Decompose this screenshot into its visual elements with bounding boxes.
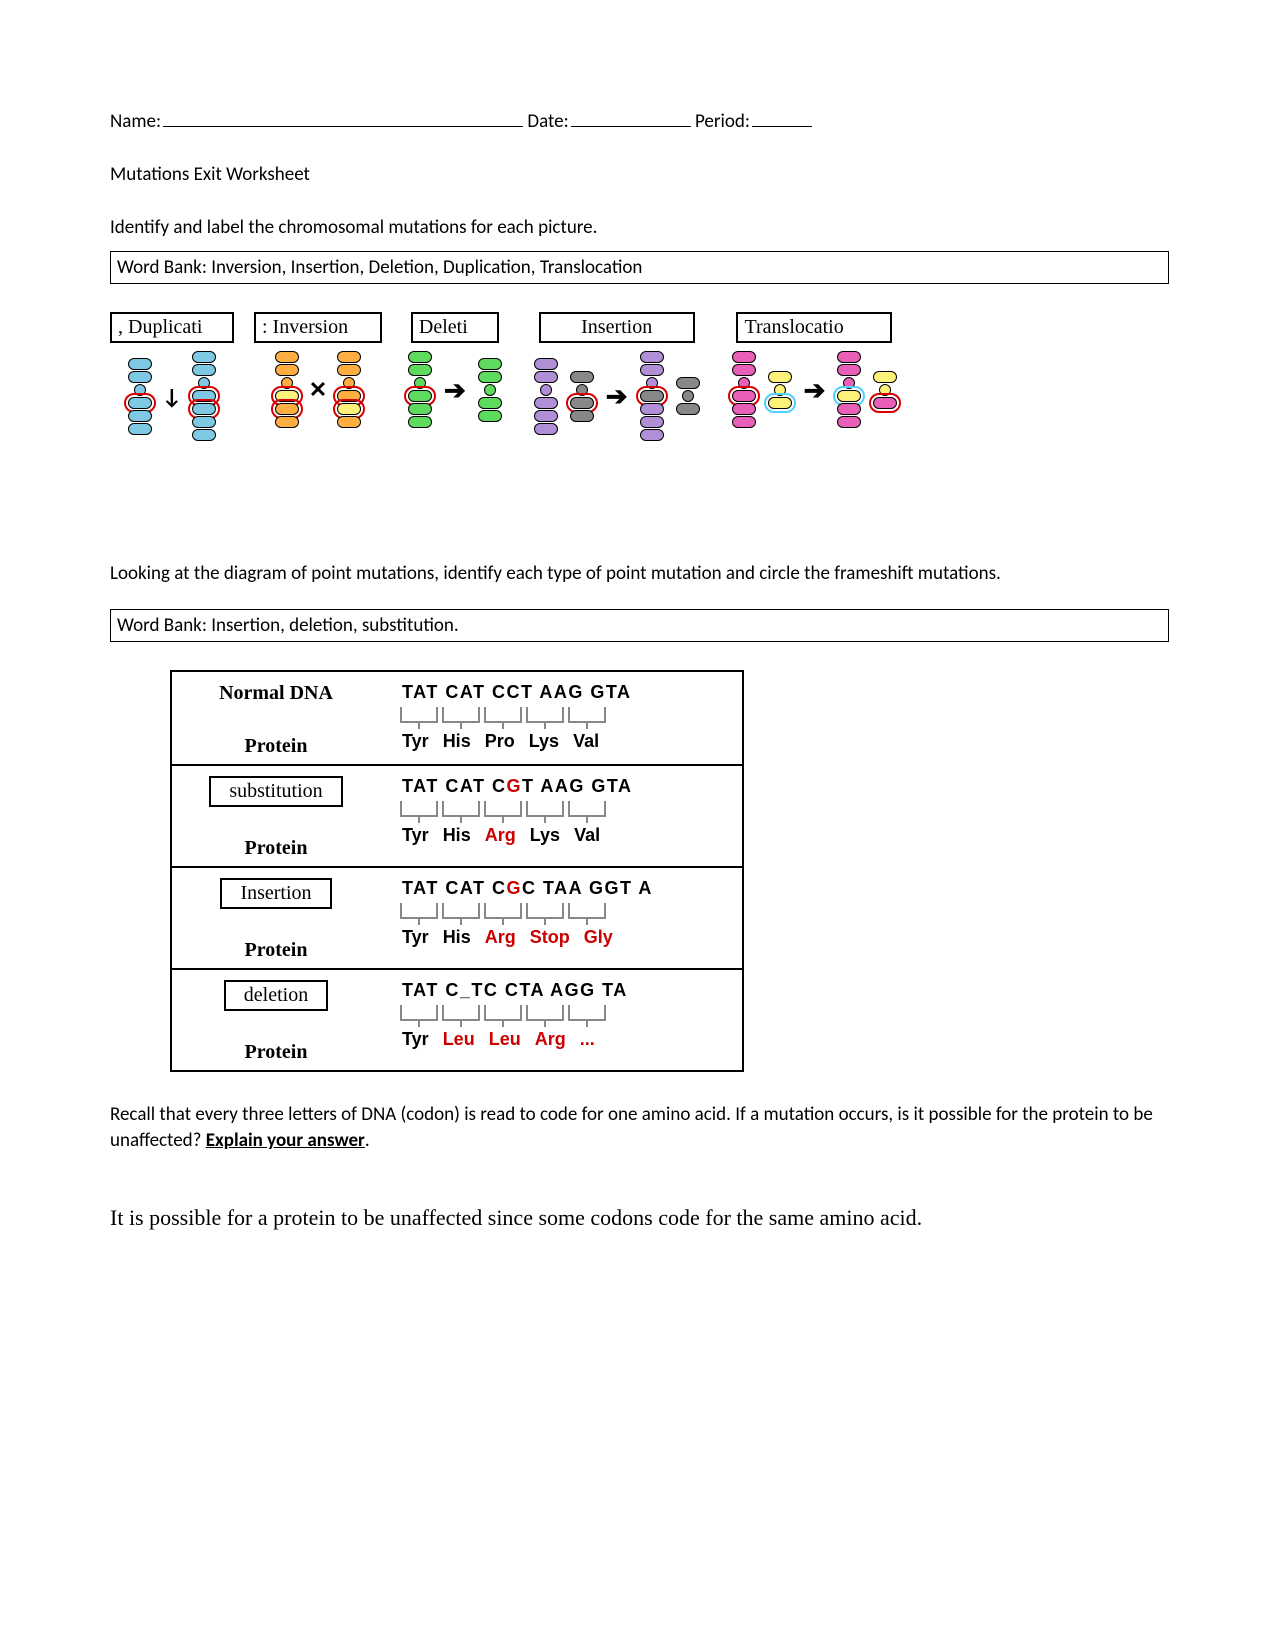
brackets-del [400,1005,738,1021]
answer-duplication: , Duplicati [110,312,234,343]
chrom-ins-after-b [676,377,700,415]
chrom-ins-before-b [570,371,594,422]
answer-insertion-pm: Insertion [220,878,331,909]
chrom-del-after [478,358,502,422]
name-label: Name: [110,110,161,133]
pm-row-deletion: deletion Protein TAT C_TC CTA AGG TA Tyr… [172,968,742,1070]
label-protein: Protein [245,939,308,962]
pm-instruction: Looking at the diagram of point mutation… [110,561,1165,587]
dna-normal: TAT CAT CCT AAG GTA [402,682,738,703]
aa-insertion: TyrHisArgStopGly [402,927,738,948]
chromosome-row: , Duplicati ↓ [110,312,1165,441]
inv-symbol: ✕ [309,376,327,403]
aa-substitution: TyrHisArgLysVal [402,825,738,846]
name-blank[interactable] [163,126,523,127]
final-answer: It is possible for a protein to be unaff… [110,1205,1165,1231]
label-protein: Protein [245,837,308,860]
label-protein: Protein [245,735,308,758]
answer-substitution: substitution [209,776,342,807]
final-question: Recall that every three letters of DNA (… [110,1102,1165,1155]
period-label: Period: [695,110,750,133]
chrom-ins-before-a [534,358,558,435]
aa-normal: TyrHisProLysVal [402,731,738,752]
chrom-trans-after-a [837,351,861,428]
pm-row-substitution: substitution Protein TAT CAT CGT AAG GTA… [172,764,742,866]
chrom-inversion: : Inversion ✕ [254,312,382,441]
chrom-duplication: , Duplicati ↓ [110,312,234,441]
chrom-trans-before-a [732,351,756,428]
brackets-normal [400,707,738,723]
brackets-sub [400,801,738,817]
answer-deletion: Deleti [411,312,499,343]
doc-title: Mutations Exit Worksheet [110,163,1165,186]
chrom-dup-after [192,351,216,441]
chrom-trans-before-b [768,371,792,409]
pm-row-insertion: Insertion Protein TAT CAT CGC TAA GGT A … [172,866,742,968]
date-label: Date: [527,110,568,133]
label-normal-dna: Normal DNA [219,682,333,705]
dna-insertion: TAT CAT CGC TAA GGT A [402,878,738,899]
chrom-instruction: Identify and label the chromosomal mutat… [110,216,1165,239]
wordbank-2: Word Bank: Insertion, deletion, substitu… [110,609,1169,642]
dup-symbol: ↓ [162,383,182,410]
chrom-dup-before [128,358,152,435]
del-arrow-icon: ➔ [444,374,466,406]
chrom-trans-after-b [873,371,897,409]
aa-deletion: TyrLeuLeuArg... [402,1029,738,1050]
point-mutation-table: Normal DNA Protein TAT CAT CCT AAG GTA T… [170,670,744,1072]
pm-row-normal: Normal DNA Protein TAT CAT CCT AAG GTA T… [172,672,742,764]
chrom-insertion: Insertion ➔ [528,312,706,441]
chrom-del-before [408,351,432,428]
brackets-ins [400,903,738,919]
dna-deletion: TAT C_TC CTA AGG TA [402,980,738,1001]
chrom-translocation: Translocatio ➔ [726,312,904,441]
chrom-inv-after [337,351,361,428]
wordbank-1: Word Bank: Inversion, Insertion, Deletio… [110,251,1169,284]
period-blank[interactable] [752,126,812,127]
answer-inversion: : Inversion [254,312,382,343]
header-line: Name: Date: Period: [110,110,1165,133]
chrom-inv-before [275,351,299,428]
trans-arrow-icon: ➔ [804,374,826,406]
answer-deletion-pm: deletion [224,980,328,1011]
chrom-ins-after-a [640,351,664,441]
chrom-deletion: Deleti ➔ [402,312,508,441]
label-protein: Protein [245,1041,308,1064]
dna-substitution: TAT CAT CGT AAG GTA [402,776,738,797]
ins-arrow-icon: ➔ [606,380,628,412]
answer-insertion: Insertion [539,312,695,343]
answer-translocation: Translocatio [736,312,892,343]
date-blank[interactable] [571,126,691,127]
